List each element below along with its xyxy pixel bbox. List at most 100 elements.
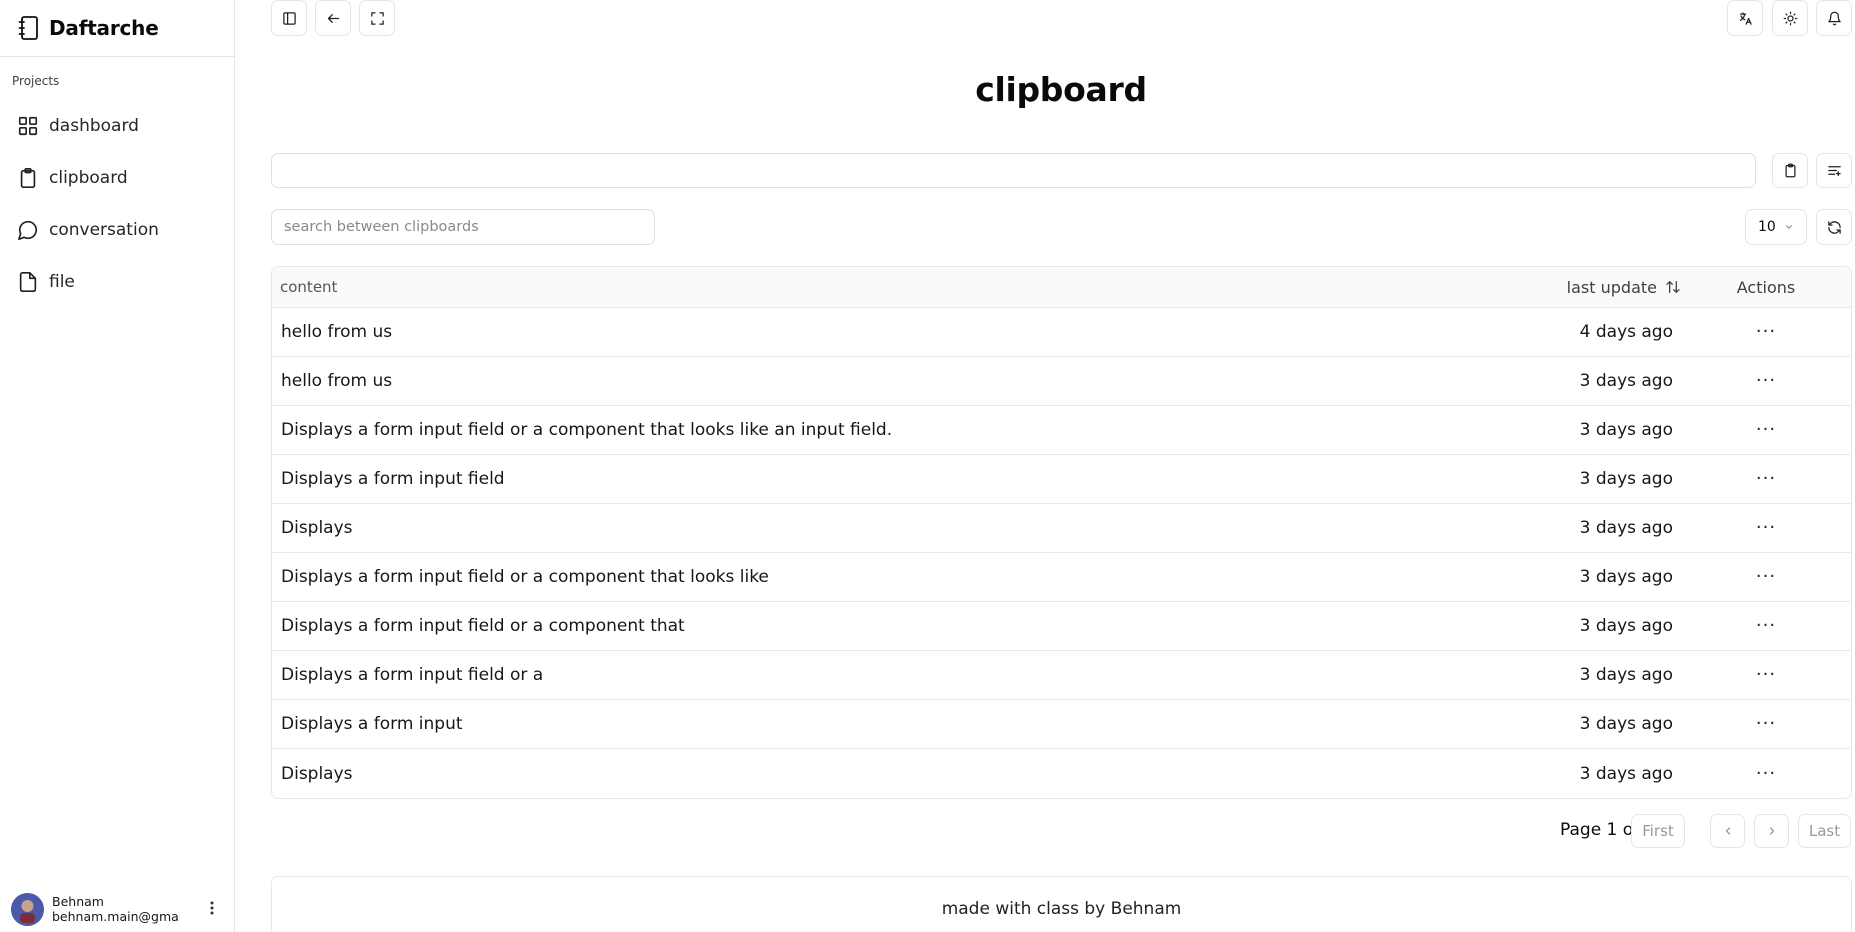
list-options-button[interactable] [1816, 153, 1852, 188]
refresh-icon [1827, 220, 1841, 234]
row-actions-button[interactable]: ··· [1756, 372, 1776, 390]
table-row: Displays a form input 3 days ago ··· [272, 700, 1851, 749]
row-actions-button[interactable]: ··· [1756, 764, 1776, 782]
table-row: Displays a form input field or a 3 days … [272, 651, 1851, 700]
arrow-left-icon [327, 13, 339, 23]
sidebar-item-conversation[interactable]: conversation [0, 204, 234, 256]
table-row: Displays a form input field or a compone… [272, 602, 1851, 651]
row-content: hello from us [281, 322, 393, 342]
row-actions-button[interactable]: ··· [1756, 519, 1776, 537]
projects-section-label: Projects [12, 74, 60, 88]
row-last-update: 3 days ago [1579, 469, 1673, 489]
search-input[interactable] [271, 209, 655, 245]
row-actions-button[interactable]: ··· [1756, 617, 1776, 635]
row-content: Displays [281, 763, 353, 784]
chevron-left-icon [1725, 827, 1730, 835]
column-header-actions: Actions [1736, 277, 1796, 297]
row-last-update: 3 days ago [1579, 763, 1673, 784]
sidebar-toggle-icon [282, 11, 296, 25]
row-content: Displays [281, 518, 353, 538]
table-row: hello from us 4 days ago ··· [272, 308, 1851, 357]
row-last-update: 3 days ago [1579, 420, 1673, 440]
row-content: Displays a form input field or a compone… [281, 616, 685, 636]
sidebar-item-label: conversation [49, 220, 159, 240]
clipboard-icon [20, 168, 36, 188]
table-row: Displays a form input field 3 days ago ·… [272, 455, 1851, 504]
sidebar: Daftarche Projects dashboard clipboard c… [0, 0, 235, 932]
page-size-select[interactable]: 10 [1745, 209, 1807, 245]
sidebar-item-clipboard[interactable]: clipboard [0, 152, 234, 204]
chevron-right-icon [1769, 827, 1774, 835]
row-actions-button[interactable]: ··· [1756, 715, 1776, 733]
table-row: hello from us 3 days ago ··· [272, 357, 1851, 406]
back-button[interactable] [315, 0, 351, 36]
row-actions-button[interactable]: ··· [1756, 568, 1776, 586]
sidebar-item-dashboard[interactable]: dashboard [0, 100, 234, 152]
toggle-sidebar-button[interactable] [271, 0, 307, 36]
chevron-down-icon [1785, 225, 1792, 229]
fullscreen-button[interactable] [359, 0, 395, 36]
page-title: clipboard [975, 70, 1147, 109]
column-header-content: content [280, 278, 338, 296]
refresh-button[interactable] [1816, 209, 1852, 245]
table-row: Displays a form input field or a compone… [272, 553, 1851, 602]
row-last-update: 3 days ago [1579, 371, 1673, 391]
brand-name: Daftarche [49, 16, 159, 40]
grid-icon [18, 116, 38, 136]
row-actions-button[interactable]: ··· [1756, 666, 1776, 684]
row-last-update: 3 days ago [1579, 714, 1673, 734]
row-actions-button[interactable]: ··· [1756, 470, 1776, 488]
column-header-label: last update [1566, 277, 1657, 297]
user-menu-button[interactable] [210, 900, 214, 919]
row-last-update: 3 days ago [1579, 616, 1673, 636]
clipboard-input[interactable] [271, 153, 1756, 188]
row-last-update: 3 days ago [1579, 665, 1673, 685]
row-content: Displays a form input field or a [281, 665, 544, 685]
list-filter-icon [1827, 166, 1841, 177]
table-row: Displays 3 days ago ··· [272, 504, 1851, 553]
paste-button[interactable] [1772, 153, 1808, 188]
row-actions-button[interactable]: ··· [1756, 421, 1776, 439]
sidebar-item-label: clipboard [49, 168, 128, 188]
row-actions-button[interactable]: ··· [1756, 323, 1776, 341]
column-header-last-update[interactable]: last update [1461, 278, 1681, 297]
fullscreen-icon [370, 11, 384, 25]
first-page-button[interactable]: First [1631, 814, 1685, 848]
sidebar-item-label: dashboard [49, 116, 139, 136]
previous-page-button[interactable] [1710, 814, 1745, 848]
sidebar-item-file[interactable]: file [0, 256, 234, 308]
row-last-update: 4 days ago [1579, 322, 1673, 342]
sidebar-item-label: file [49, 272, 75, 292]
next-page-button[interactable] [1754, 814, 1789, 848]
sun-icon [1783, 11, 1797, 25]
table-row: Displays 3 days ago ··· [272, 749, 1851, 798]
table-row: Displays a form input field or a compone… [272, 406, 1851, 455]
bell-icon [1827, 11, 1841, 25]
footer: made with class by Behnam [271, 876, 1852, 932]
user-profile[interactable]: Behnam behnam.main@gmail.com [0, 886, 234, 932]
clipboard-icon [1785, 163, 1795, 178]
user-name: Behnam [52, 894, 104, 909]
row-content: Displays a form input [281, 714, 463, 734]
chat-bubble-icon [18, 220, 38, 240]
language-button[interactable] [1727, 0, 1763, 36]
row-content: Displays a form input field or a compone… [281, 567, 769, 587]
file-icon [19, 272, 37, 292]
clipboard-table: content last update Actions hello from u… [271, 266, 1852, 799]
row-content: Displays a form input field or a compone… [281, 420, 893, 440]
theme-toggle-button[interactable] [1772, 0, 1808, 36]
footer-text: made with class by Behnam [941, 899, 1182, 919]
user-email: behnam.main@gmail.com [52, 909, 180, 924]
sort-icon [1666, 281, 1680, 293]
row-last-update: 3 days ago [1579, 567, 1673, 587]
avatar-image [11, 892, 44, 926]
table-header: content last update Actions [272, 267, 1851, 308]
row-content: Displays a form input field [281, 469, 505, 489]
brand[interactable]: Daftarche [0, 0, 234, 57]
notifications-button[interactable] [1816, 0, 1852, 36]
notebook-icon [18, 16, 38, 40]
vertical-dots-icon [210, 901, 214, 915]
last-page-button[interactable]: Last [1798, 814, 1851, 848]
page-size-value: 10 [1758, 219, 1776, 235]
translate-icon [1739, 11, 1752, 25]
